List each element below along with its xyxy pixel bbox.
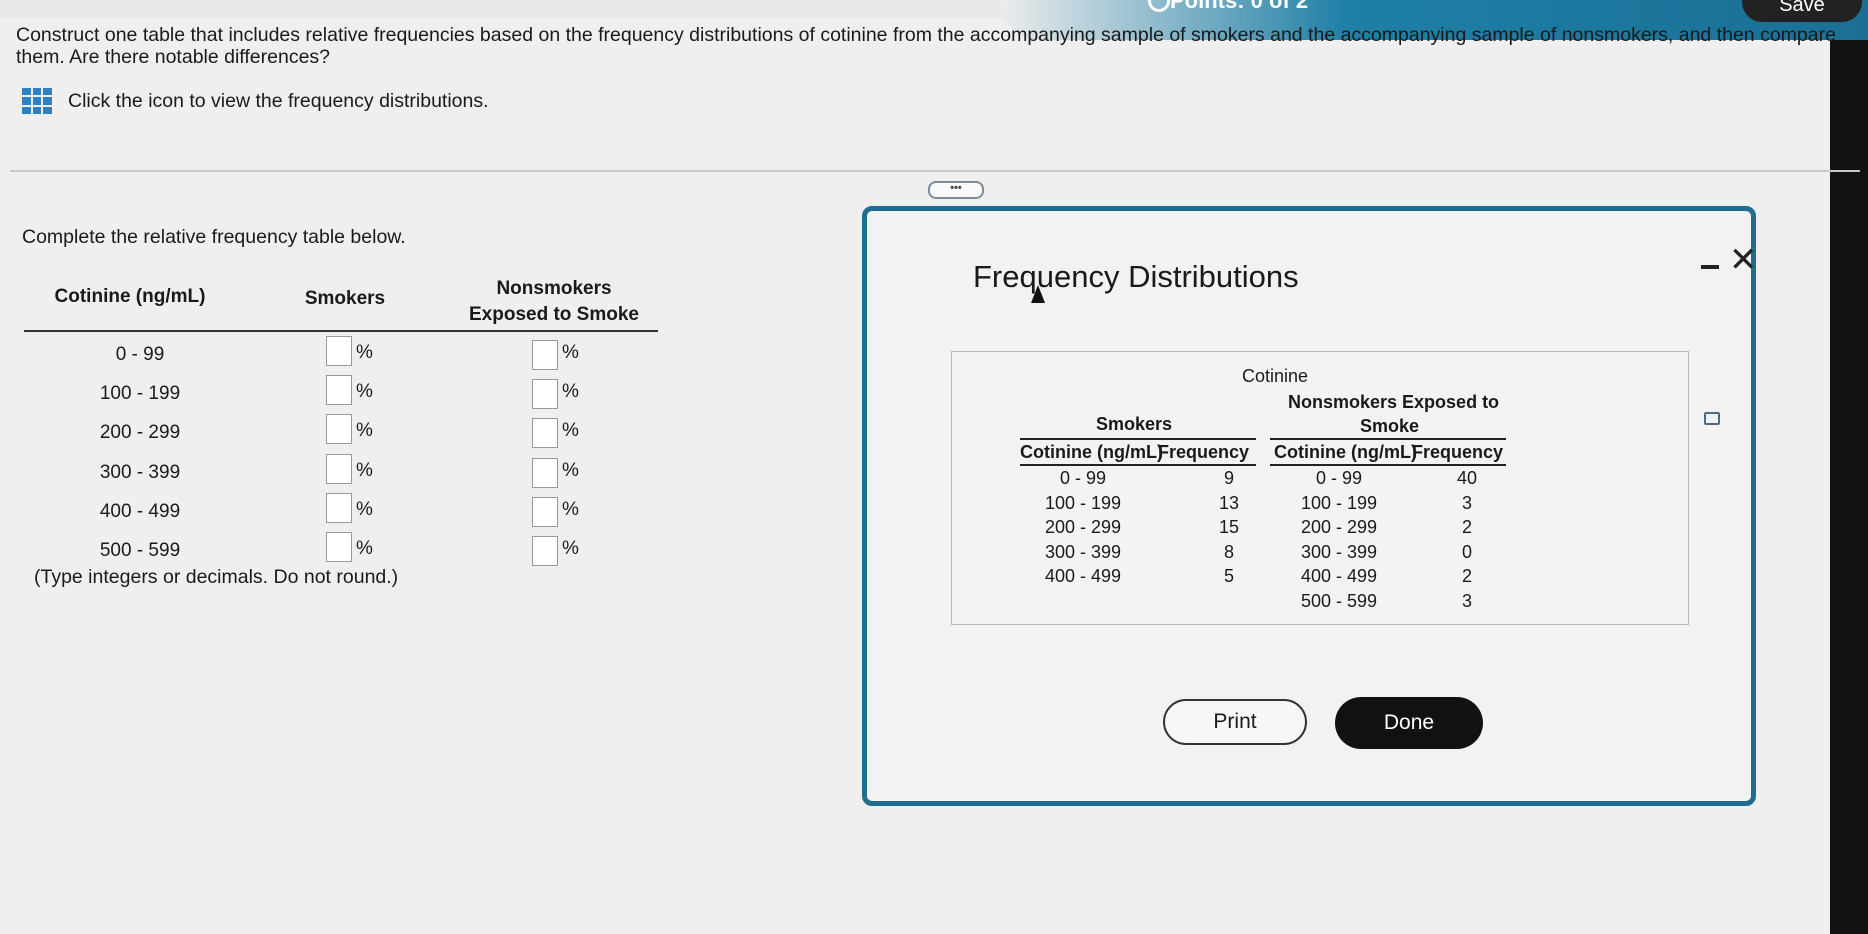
nonsmokers-frequency: 3	[1461, 590, 1472, 611]
range-label: 400 - 499	[99, 501, 181, 522]
table-prompt: Complete the relative frequency table be…	[22, 226, 406, 248]
table-row: 500 - 599%%	[0, 532, 660, 570]
smokers-percent-input[interactable]	[326, 414, 352, 444]
smokers-col-cotinine: Cotinine (ng/mL)	[1020, 442, 1163, 462]
smokers-col-rule	[1020, 464, 1256, 466]
nonsmokers-frequency: 2	[1461, 517, 1472, 537]
nonsmokers-frequency: 2	[1461, 566, 1472, 586]
nonsmokers-title-rule	[1270, 438, 1506, 440]
range-label: 100 - 199	[99, 383, 181, 404]
smokers-frequency: 8	[1223, 541, 1234, 562]
percent-sign: %	[562, 342, 579, 363]
percent-sign: %	[562, 381, 579, 402]
percent-sign: %	[562, 538, 579, 559]
frequency-table-box: Cotinine Nonsmokers Exposed to Smoke Smo…	[951, 351, 1720, 625]
mouse-cursor-icon	[1031, 285, 1045, 303]
nonsmokers-percent-input[interactable]	[532, 418, 558, 448]
percent-sign: %	[562, 499, 579, 520]
smokers-percent-input[interactable]	[326, 454, 352, 484]
range-label: 200 - 299	[99, 422, 181, 443]
header-nonsmokers-line2: Exposed to Smoke	[469, 304, 639, 325]
top-bar	[0, 0, 1868, 40]
percent-sign: %	[356, 342, 373, 363]
close-icon[interactable]: ✕	[1729, 243, 1758, 277]
nonsmokers-percent-input[interactable]	[532, 340, 558, 370]
smokers-title-rule	[1020, 438, 1256, 440]
smokers-range: 400 - 499	[1044, 566, 1122, 586]
percent-sign: %	[356, 460, 373, 481]
nonsmokers-percent-input[interactable]	[532, 536, 558, 566]
print-button[interactable]: Print	[1163, 699, 1307, 745]
nonsmokers-col-rule	[1270, 464, 1506, 466]
nonsmokers-col-frequency: Frequency	[1412, 442, 1504, 462]
nonsmokers-frequency: 0	[1461, 541, 1472, 562]
smokers-col-frequency: Frequency	[1158, 442, 1250, 462]
table-row: 400 - 499%%	[0, 493, 660, 531]
table-row: 200 - 299%%	[0, 414, 660, 452]
table-header-rule	[24, 330, 658, 332]
range-label: 500 - 599	[99, 540, 181, 561]
header-cotinine: Cotinine (ng/mL)	[54, 286, 206, 307]
header-nonsmokers-line1: Nonsmokers	[496, 278, 612, 299]
smokers-title: Smokers	[1096, 414, 1173, 434]
nonsmokers-range: 100 - 199	[1300, 492, 1378, 513]
nonsmokers-col-cotinine: Cotinine (ng/mL)	[1274, 442, 1417, 462]
question-text: Construct one table that includes relati…	[16, 24, 1836, 68]
nonsmokers-frequency: 3	[1461, 492, 1472, 513]
save-button[interactable]: Save	[1742, 0, 1862, 22]
range-label: 300 - 399	[99, 462, 181, 483]
minimize-icon[interactable]	[1701, 265, 1719, 269]
smokers-range: 0 - 99	[1059, 468, 1107, 488]
header-smokers: Smokers	[304, 288, 386, 309]
smokers-range: 200 - 299	[1044, 517, 1122, 537]
smokers-percent-input[interactable]	[326, 336, 352, 366]
table-grid-icon[interactable]	[22, 88, 52, 114]
nonsmokers-range: 200 - 299	[1300, 517, 1378, 537]
smokers-frequency: 15	[1218, 517, 1240, 537]
table-row: 300 - 399%%	[0, 454, 660, 492]
table-row: 0 - 99%%	[0, 336, 660, 374]
smokers-frequency: 13	[1218, 492, 1240, 513]
nonsmokers-range: 500 - 599	[1300, 590, 1378, 611]
percent-sign: %	[562, 420, 579, 441]
smokers-frequency: 9	[1223, 468, 1234, 488]
percent-sign: %	[356, 538, 373, 559]
range-label: 0 - 99	[115, 344, 165, 365]
nonsmokers-title-line1: Nonsmokers Exposed to	[1288, 392, 1500, 412]
smokers-percent-input[interactable]	[326, 493, 352, 523]
nonsmokers-range: 300 - 399	[1300, 541, 1378, 562]
percent-sign: %	[562, 460, 579, 481]
dialog-title: Frequency Distributions	[973, 259, 1299, 294]
table-row: 100 - 199%%	[0, 375, 660, 413]
smokers-range: 100 - 199	[1044, 492, 1122, 513]
smokers-frequency: 5	[1223, 566, 1234, 586]
icon-instruction: Click the icon to view the frequency dis…	[68, 89, 489, 112]
smokers-range: 300 - 399	[1044, 541, 1122, 562]
copy-icon[interactable]	[1704, 412, 1720, 425]
percent-sign: %	[356, 381, 373, 402]
cotinine-label: Cotinine	[1242, 366, 1309, 386]
view-distributions-link[interactable]: Click the icon to view the frequency dis…	[22, 88, 489, 114]
nonsmokers-frequency: 40	[1456, 468, 1478, 488]
nonsmokers-range: 0 - 99	[1315, 468, 1363, 488]
nonsmokers-percent-input[interactable]	[532, 497, 558, 527]
percent-sign: %	[356, 499, 373, 520]
nonsmokers-range: 400 - 499	[1300, 566, 1378, 586]
section-divider	[10, 170, 1860, 172]
frequency-distributions-dialog: Frequency Distributions ✕ Cotinine Nonsm…	[862, 206, 1758, 806]
points-label: Points: 0 of 2	[1170, 0, 1309, 13]
input-note: (Type integers or decimals. Do not round…	[34, 566, 399, 588]
smokers-percent-input[interactable]	[326, 532, 352, 562]
more-options-button[interactable]: •••	[928, 181, 984, 199]
nonsmokers-percent-input[interactable]	[532, 379, 558, 409]
smokers-percent-input[interactable]	[326, 375, 352, 405]
nonsmokers-percent-input[interactable]	[532, 458, 558, 488]
done-button[interactable]: Done	[1335, 697, 1483, 749]
percent-sign: %	[356, 420, 373, 441]
screen-edge	[1830, 40, 1868, 934]
nonsmokers-title-line2: Smoke	[1360, 416, 1420, 436]
